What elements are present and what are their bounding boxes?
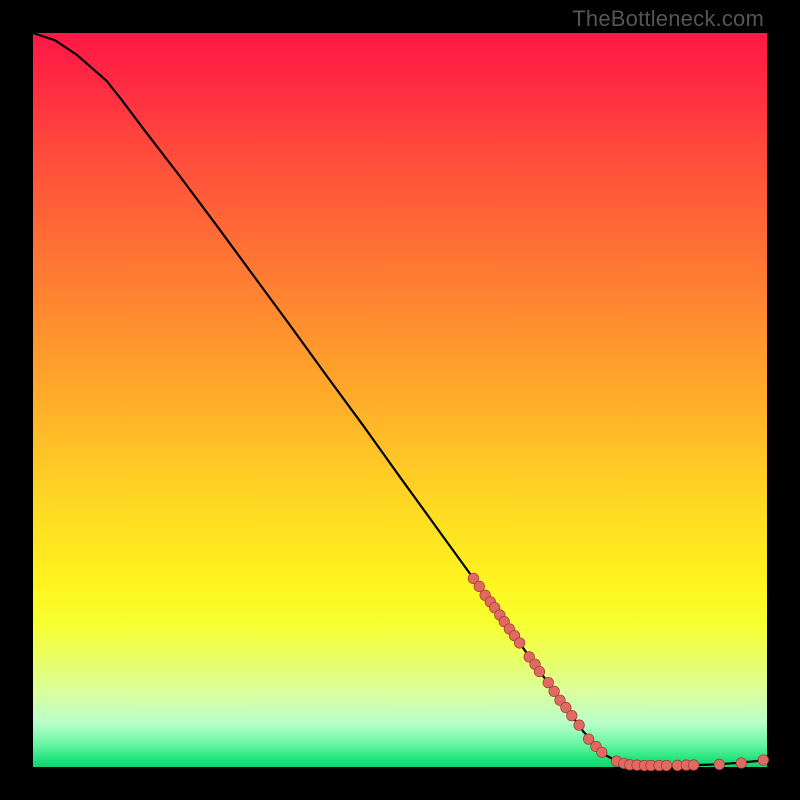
data-marker xyxy=(514,638,525,649)
data-marker xyxy=(566,710,577,721)
chart-markers xyxy=(468,573,768,771)
chart-frame: TheBottleneck.com xyxy=(0,0,800,800)
data-marker xyxy=(736,758,747,769)
data-marker xyxy=(714,759,725,770)
chart-curve xyxy=(33,33,767,766)
data-marker xyxy=(688,760,699,771)
data-marker xyxy=(534,666,545,677)
data-marker xyxy=(758,755,769,766)
data-marker xyxy=(574,720,585,731)
data-marker xyxy=(597,747,608,758)
chart-overlay xyxy=(33,33,767,767)
watermark-label: TheBottleneck.com xyxy=(572,6,764,32)
data-marker xyxy=(661,760,672,771)
